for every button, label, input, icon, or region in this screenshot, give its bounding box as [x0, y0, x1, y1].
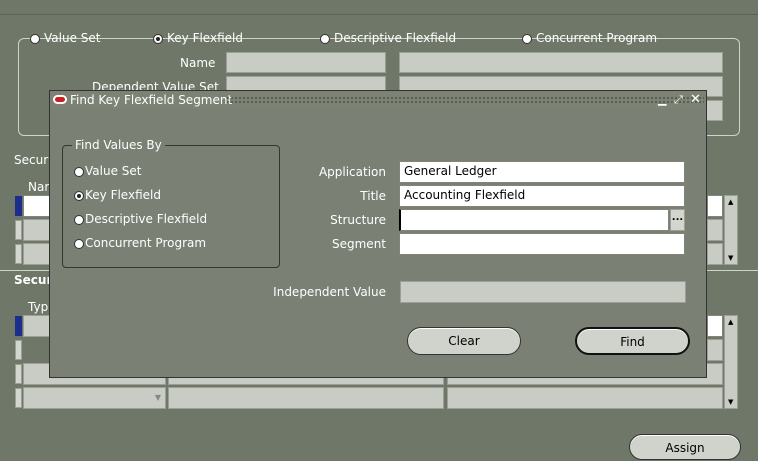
radio-selected-icon [74, 190, 84, 201]
security-section-label: Secur [14, 153, 49, 167]
scroll-down-icon[interactable]: ▼ [728, 398, 733, 406]
clear-button[interactable]: Clear [407, 327, 521, 355]
type-row-4-a[interactable]: ▼ [23, 387, 166, 409]
type-row-4-b[interactable] [168, 387, 444, 409]
application-label: Application [318, 165, 386, 179]
dialog-title-bar[interactable]: Find Key Flexfield Segment ▁ ⤢ ✕ [50, 91, 706, 109]
radio-icon [74, 214, 84, 225]
title-label: Title [360, 189, 386, 203]
security-type-column: Typ [28, 300, 49, 314]
independent-value-label: Independent Value [273, 285, 386, 299]
independent-value-field[interactable] [400, 281, 686, 303]
scroll-up-icon[interactable]: ▲ [728, 318, 733, 326]
radio-icon [522, 33, 532, 44]
security-scrollbar[interactable]: ▲ ▼ [724, 195, 738, 265]
type-row-1-right[interactable] [707, 315, 723, 337]
row-indicator-active[interactable] [15, 196, 22, 216]
type-row-2-right[interactable] [707, 339, 723, 361]
maximize-icon[interactable]: ⤢ [674, 91, 683, 109]
name-field[interactable] [226, 52, 386, 73]
segment-label: Segment [332, 237, 386, 251]
security-section-2-label: Secur [14, 273, 53, 287]
segment-field[interactable] [399, 233, 685, 255]
radio-value-set[interactable]: Value Set [30, 31, 100, 45]
radio-icon [74, 166, 84, 177]
scroll-up-icon[interactable]: ▲ [728, 198, 733, 206]
radio-icon [320, 33, 330, 44]
row-indicator[interactable] [15, 220, 22, 240]
title-grip [226, 96, 704, 104]
dialog-body: Find Values By Value Set Key Flexfield D… [50, 109, 706, 377]
option-key-flexfield[interactable]: Key Flexfield [74, 188, 161, 202]
group-title: Find Values By [72, 138, 165, 152]
chevron-down-icon[interactable]: ▼ [155, 393, 161, 402]
option-value-set[interactable]: Value Set [74, 164, 141, 178]
structure-lov-button[interactable]: ... [670, 209, 685, 231]
title-field[interactable]: Accounting Flexfield [399, 185, 685, 207]
security-name-column: Nar [28, 180, 50, 194]
radio-descriptive-flexfield[interactable]: Descriptive Flexfield [320, 31, 456, 45]
radio-icon [30, 33, 40, 44]
close-icon[interactable]: ✕ [690, 91, 701, 109]
radio-concurrent-program[interactable]: Concurrent Program [522, 31, 657, 45]
application-field[interactable]: General Ledger [399, 161, 685, 183]
type-row-4-c[interactable] [447, 387, 723, 409]
type-scrollbar[interactable]: ▲ ▼ [724, 315, 738, 409]
security-row-1-right[interactable] [707, 195, 723, 217]
security-row-3-right[interactable] [707, 243, 723, 265]
option-descriptive-flexfield[interactable]: Descriptive Flexfield [74, 212, 207, 226]
row-indicator-active[interactable] [15, 316, 22, 336]
window-top-bar [0, 0, 758, 15]
radio-selected-icon [153, 33, 163, 44]
name-description-field[interactable] [399, 52, 723, 73]
row-indicator[interactable] [15, 340, 22, 360]
security-row-2-right[interactable] [707, 219, 723, 241]
radio-key-flexfield[interactable]: Key Flexfield [153, 31, 243, 45]
structure-label: Structure [330, 213, 386, 227]
row-indicator[interactable] [15, 388, 22, 408]
scroll-down-icon[interactable]: ▼ [728, 254, 733, 262]
row-indicator[interactable] [15, 364, 22, 384]
assign-button[interactable]: Assign [629, 434, 741, 460]
oracle-logo-icon [53, 95, 67, 104]
dialog-title: Find Key Flexfield Segment [70, 93, 233, 107]
radio-icon [74, 238, 84, 249]
minimize-icon[interactable]: ▁ [658, 91, 666, 109]
row-indicator[interactable] [15, 244, 22, 264]
find-button[interactable]: Find [575, 327, 690, 355]
name-label: Name [180, 56, 216, 70]
find-key-flexfield-segment-dialog: Find Key Flexfield Segment ▁ ⤢ ✕ Find Va… [49, 90, 707, 378]
structure-field[interactable] [399, 209, 669, 231]
option-concurrent-program[interactable]: Concurrent Program [74, 236, 206, 250]
